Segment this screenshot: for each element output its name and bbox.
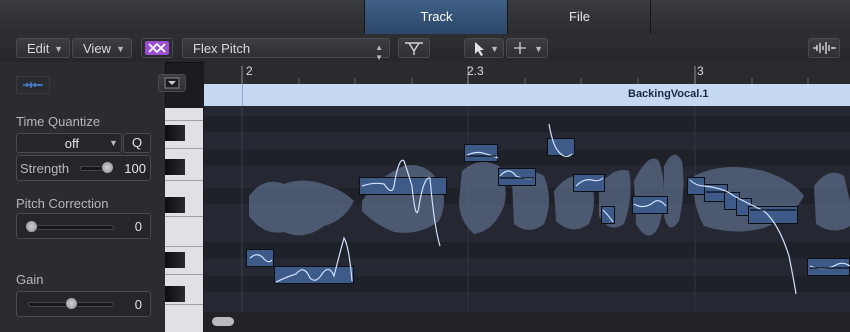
strength-label: Strength	[20, 161, 70, 176]
time-quantize-title: Time Quantize	[16, 114, 101, 129]
black-key[interactable]	[165, 197, 185, 213]
pitch-editor[interactable]	[204, 106, 850, 312]
chevron-down-icon: ▼	[490, 44, 499, 54]
time-quantize-select[interactable]: off ▼	[16, 133, 122, 153]
black-key[interactable]	[165, 252, 185, 268]
gain-title: Gain	[16, 272, 44, 287]
pitch-correction-title: Pitch Correction	[16, 196, 109, 211]
snap-icon	[405, 42, 423, 55]
black-key[interactable]	[165, 125, 185, 141]
waveform-icon	[813, 42, 836, 54]
quantize-q-button[interactable]: Q	[123, 133, 151, 153]
ruler-mark-3: 3	[697, 64, 704, 78]
pointer-tool-menu[interactable]: ▼	[464, 38, 504, 58]
chevron-down-icon: ▼	[109, 138, 118, 148]
edit-menu-label: Edit	[27, 41, 50, 56]
updown-icon: ▲ ▼	[375, 43, 383, 62]
chevron-down-icon: ▼	[116, 44, 125, 54]
edit-menu[interactable]: Edit ▼	[16, 38, 70, 58]
pitch-correction-value: 0	[134, 219, 142, 234]
black-key[interactable]	[165, 286, 185, 302]
timeline-ruler[interactable]: 2 2.3 3	[204, 62, 850, 85]
flex-icon	[145, 41, 169, 55]
ruler-ticks	[241, 66, 809, 84]
strength-value: 100	[124, 161, 146, 176]
pitch-correction-slider-knob[interactable]	[25, 220, 38, 233]
gain-value: 0	[134, 297, 142, 312]
region-header[interactable]: BackingVocal.1	[204, 84, 850, 106]
flex-mode-label: Flex Pitch	[193, 41, 251, 56]
scrollbar-thumb[interactable]	[212, 317, 234, 326]
horizontal-scrollbar[interactable]	[204, 312, 850, 332]
flex-toggle-button[interactable]	[141, 38, 173, 58]
pitch-curves	[249, 123, 850, 295]
marquee-tool-menu[interactable]: ▼	[506, 38, 548, 58]
tab-file[interactable]: File	[507, 0, 651, 34]
tab-track[interactable]: Track	[364, 0, 508, 34]
piano-keyboard[interactable]	[165, 108, 203, 332]
view-menu[interactable]: View ▼	[72, 38, 132, 58]
pitch-correction-slider-track[interactable]	[28, 225, 114, 230]
chevron-down-icon: ▼	[54, 44, 63, 54]
ruler-mark-2: 2	[246, 64, 253, 78]
waveform-toggle-button[interactable]	[808, 38, 840, 58]
catch-button[interactable]	[398, 38, 430, 58]
menu-triangle-icon	[164, 77, 180, 89]
track-icon	[16, 76, 50, 94]
pointer-icon	[475, 42, 484, 56]
black-key[interactable]	[165, 159, 185, 175]
time-quantize-value: off	[64, 136, 79, 151]
disclosure-button[interactable]	[158, 74, 186, 92]
ruler-mark-2-3: 2.3	[467, 64, 484, 78]
chevron-down-icon: ▼	[534, 44, 543, 54]
strength-slider-knob[interactable]	[101, 161, 114, 174]
view-menu-label: View	[83, 41, 111, 56]
crosshair-icon	[514, 42, 526, 54]
flex-mode-select[interactable]: Flex Pitch ▲ ▼	[182, 38, 390, 62]
gain-slider-knob[interactable]	[65, 297, 78, 310]
tab-empty	[650, 0, 850, 34]
region-name: BackingVocal.1	[628, 88, 709, 100]
